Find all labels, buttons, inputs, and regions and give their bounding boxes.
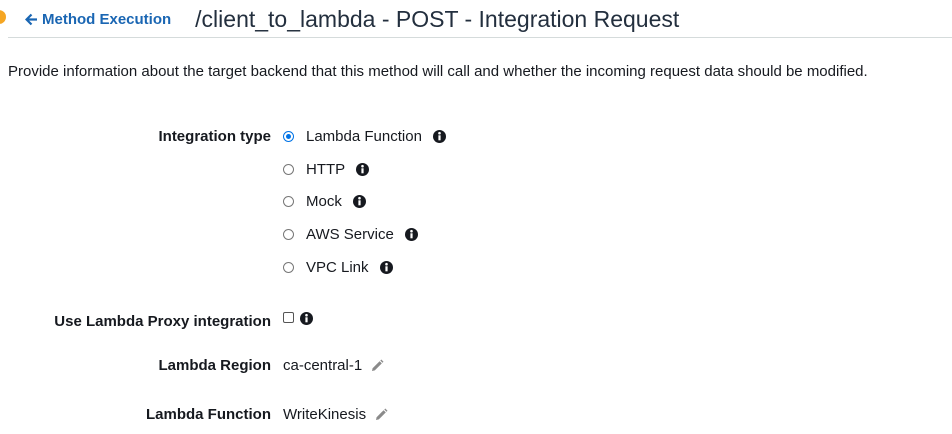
lambda-function-value: WriteKinesis [283,406,367,423]
radio-vpc-link[interactable] [283,262,294,273]
radio-lambda-function[interactable] [283,131,294,142]
radio-option-http[interactable]: HTTP [283,161,370,178]
radio-mock[interactable] [283,196,294,207]
lambda-region-value-row: ca-central-1 [283,357,384,374]
back-to-method-execution-link[interactable]: Method Execution [25,11,171,28]
lambda-region-value: ca-central-1 [283,357,363,374]
lambda-function-value-row: WriteKinesis [283,406,388,423]
page-title: /client_to_lambda - POST - Integration R… [195,5,680,32]
lambda-proxy-integration-label: Use Lambda Proxy integration [54,313,271,330]
radio-option-vpc-link[interactable]: VPC Link [283,259,393,276]
radio-label-http: HTTP [306,161,346,178]
back-link-label: Method Execution [42,10,172,28]
integration-type-label: Integration type [158,128,271,145]
radio-aws-service[interactable] [283,229,294,240]
radio-http[interactable] [283,164,294,175]
pencil-icon[interactable] [370,359,384,373]
radio-label-lambda-function: Lambda Function [306,128,422,145]
radio-option-lambda-function[interactable]: Lambda Function [283,128,446,145]
page-header: Method Execution /client_to_lambda - POS… [25,4,679,34]
page-description: Provide information about the target bac… [8,63,868,80]
info-icon[interactable] [300,312,313,325]
info-icon[interactable] [404,228,418,241]
info-icon[interactable] [432,130,446,143]
arrow-left-icon [25,13,38,26]
lambda-region-label: Lambda Region [158,357,271,374]
info-icon[interactable] [352,195,366,208]
radio-label-mock: Mock [306,193,342,210]
radio-option-mock[interactable]: Mock [283,193,366,210]
pencil-icon[interactable] [374,408,388,422]
info-icon[interactable] [356,163,370,176]
radio-label-aws-service: AWS Service [306,226,394,243]
lambda-proxy-integration-checkbox[interactable] [283,312,294,323]
radio-label-vpc-link: VPC Link [306,259,369,276]
radio-option-aws-service[interactable]: AWS Service [283,226,418,243]
lambda-function-label: Lambda Function [146,406,271,423]
info-icon[interactable] [379,261,393,274]
header-divider [8,37,952,38]
status-indicator-icon [0,10,6,24]
